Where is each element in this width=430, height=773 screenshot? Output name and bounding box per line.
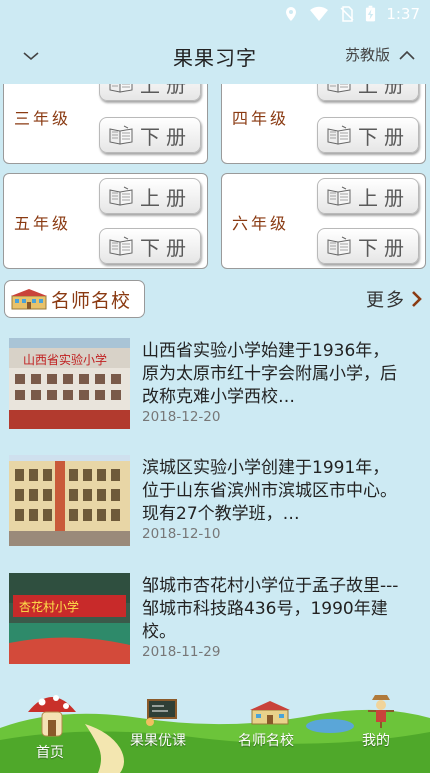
grade-label: 五年级	[14, 214, 72, 233]
book-icon	[327, 236, 351, 256]
book-icon	[109, 84, 133, 93]
grade-card-5: 五年级 上册 下册	[3, 173, 208, 269]
school-building-icon	[250, 701, 290, 725]
book-icon	[327, 84, 351, 93]
wifi-icon	[310, 6, 329, 22]
grade-card-6: 六年级 上册 下册	[221, 173, 426, 269]
news-text: 邹城市杏花村小学位于孟子故里---邹城市科技路436号，1990年建校。	[142, 576, 399, 642]
tab-label: 首页	[36, 745, 64, 761]
location-icon	[286, 7, 297, 21]
no-sim-icon	[340, 6, 354, 22]
book-icon	[109, 186, 133, 206]
upper-volume-button[interactable]: 上册	[99, 178, 201, 214]
news-date: 2018-11-29	[142, 644, 221, 660]
thumb-caption: 杏花村小学	[19, 599, 79, 614]
tab-famous-schools[interactable]: 名师名校	[236, 688, 306, 773]
book-icon	[109, 236, 133, 256]
upper-volume-button[interactable]: 上册	[317, 178, 419, 214]
tab-label: 我的	[362, 733, 390, 749]
status-time: 1:37	[386, 5, 420, 23]
lower-volume-button[interactable]: 下册	[99, 117, 201, 153]
grade-card-3: 三年级 上册 下册	[3, 84, 208, 164]
book-icon	[327, 125, 351, 145]
thumb-caption: 山西省实验小学	[23, 352, 107, 367]
lower-volume-button[interactable]: 下册	[317, 117, 419, 153]
edition-selector[interactable]: 苏教版	[345, 44, 418, 65]
app-header: 果果习字 苏教版	[0, 28, 430, 84]
chevron-up-icon	[399, 50, 415, 60]
upper-volume-label: 上册	[140, 84, 192, 97]
page-title: 果果习字	[173, 45, 257, 70]
mushroom-house-icon	[28, 695, 76, 737]
school-building-icon	[11, 289, 47, 310]
lower-volume-button[interactable]: 下册	[99, 228, 201, 264]
blackboard-icon	[146, 699, 177, 726]
famous-schools-label: 名师名校	[51, 289, 132, 312]
lower-volume-label: 下册	[140, 235, 192, 260]
more-label: 更多	[366, 290, 406, 311]
lower-volume-button[interactable]: 下册	[317, 228, 419, 264]
upper-volume-label: 上册	[358, 84, 410, 97]
battery-charging-icon	[366, 5, 376, 22]
tab-courses[interactable]: 果果优课	[126, 688, 196, 773]
famous-schools-tag[interactable]: 名师名校	[4, 280, 145, 318]
grade-label: 三年级	[14, 109, 72, 128]
tab-home[interactable]: 首页	[20, 688, 80, 773]
news-thumbnail: 杏花村小学	[9, 573, 130, 664]
list-item[interactable]: 滨城区实验小学创建于1991年，位于山东省滨州市滨城区市中心。现有27个教学班，…	[0, 447, 430, 547]
news-text: 滨城区实验小学创建于1991年，位于山东省滨州市滨城区市中心。现有27个教学班，…	[142, 458, 397, 524]
list-item[interactable]: 杏花村小学 邹城市杏花村小学位于孟子故里---邹城市科技路436号，1990年建…	[0, 565, 430, 665]
grade-label: 六年级	[232, 214, 290, 233]
grade-label: 四年级	[232, 109, 290, 128]
status-bar: 1:37	[0, 0, 430, 28]
news-date: 2018-12-10	[142, 526, 221, 542]
news-text: 山西省实验小学始建于1936年，原为太原市红十字会附属小学，后改称克难小学西校…	[142, 341, 397, 407]
bottom-tab-bar: 首页 果果优课 名师名校 我的	[0, 688, 430, 773]
book-icon	[327, 186, 351, 206]
upper-volume-label: 上册	[358, 185, 410, 210]
lower-volume-label: 下册	[358, 235, 410, 260]
grade-grid: 三年级 上册 下册 四年级 上册 下册 五年级 上册 下册 六年级 上册 下册	[0, 84, 430, 270]
upper-volume-label: 上册	[140, 185, 192, 210]
chevron-right-icon	[412, 291, 422, 307]
upper-volume-button[interactable]: 上册	[317, 84, 419, 101]
tab-label: 果果优课	[130, 733, 186, 749]
tab-label: 名师名校	[238, 733, 294, 749]
lower-volume-label: 下册	[140, 124, 192, 149]
news-date: 2018-12-20	[142, 409, 221, 425]
news-thumbnail	[9, 455, 130, 546]
chevron-down-icon[interactable]	[20, 46, 42, 66]
book-icon	[109, 125, 133, 145]
more-link[interactable]: 更多	[366, 286, 424, 312]
lower-volume-label: 下册	[358, 124, 410, 149]
news-thumbnail: 山西省实验小学	[9, 338, 130, 429]
edition-label: 苏教版	[344, 46, 390, 64]
scarecrow-icon	[368, 695, 394, 728]
upper-volume-button[interactable]: 上册	[99, 84, 201, 101]
tab-mine[interactable]: 我的	[354, 688, 410, 773]
grade-card-4: 四年级 上册 下册	[221, 84, 426, 164]
list-item[interactable]: 山西省实验小学 山西省实验小学始建于1936年，原为太原市红十字会附属小学，后改…	[0, 330, 430, 430]
famous-schools-header: 名师名校 更多	[0, 280, 430, 320]
